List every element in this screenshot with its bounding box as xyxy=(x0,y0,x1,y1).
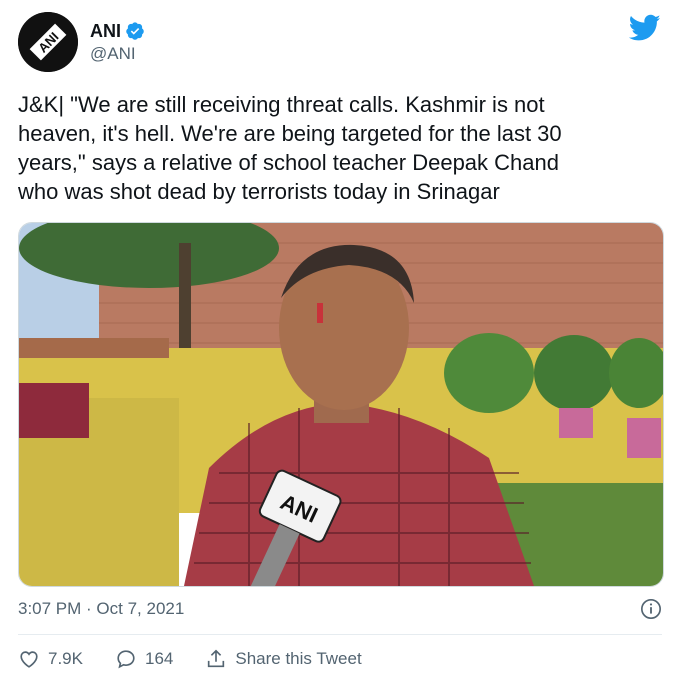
timestamp[interactable]: 3:07 PM · Oct 7, 2021 xyxy=(18,599,184,619)
reply-count: 164 xyxy=(144,649,174,668)
reply-button[interactable]: 164 xyxy=(115,648,173,670)
tweet-card: ANI ANI @ANI J&K| "We are still receivin… xyxy=(0,0,679,685)
timestamp-row: 3:07 PM · Oct 7, 2021 xyxy=(18,598,662,620)
share-button[interactable]: Share this Tweet xyxy=(205,648,362,670)
tweet-header: ANI ANI @ANI xyxy=(18,12,145,72)
reply-icon xyxy=(117,650,135,669)
divider xyxy=(18,634,662,635)
name-row: ANI xyxy=(90,21,145,42)
info-icon[interactable] xyxy=(640,598,662,620)
avatar[interactable]: ANI xyxy=(18,12,78,72)
video-frame: ANI xyxy=(19,223,663,586)
ani-logo-icon: ANI xyxy=(18,12,78,72)
tweet-text: J&K| "We are still receiving threat call… xyxy=(18,92,562,204)
heart-icon xyxy=(20,651,38,668)
action-bar: 7.9K 164 Share this Tweet xyxy=(18,648,394,670)
share-label: Share this Tweet xyxy=(235,649,362,668)
display-name[interactable]: ANI xyxy=(90,21,121,42)
like-button[interactable]: 7.9K xyxy=(18,648,83,670)
verified-badge-icon xyxy=(126,22,144,40)
share-icon xyxy=(208,649,225,668)
handle[interactable]: @ANI xyxy=(90,44,145,64)
tweet-video[interactable]: ANI xyxy=(18,222,664,587)
author-names: ANI @ANI xyxy=(90,21,145,64)
twitter-bird-icon[interactable] xyxy=(629,14,661,42)
like-count: 7.9K xyxy=(48,649,83,668)
